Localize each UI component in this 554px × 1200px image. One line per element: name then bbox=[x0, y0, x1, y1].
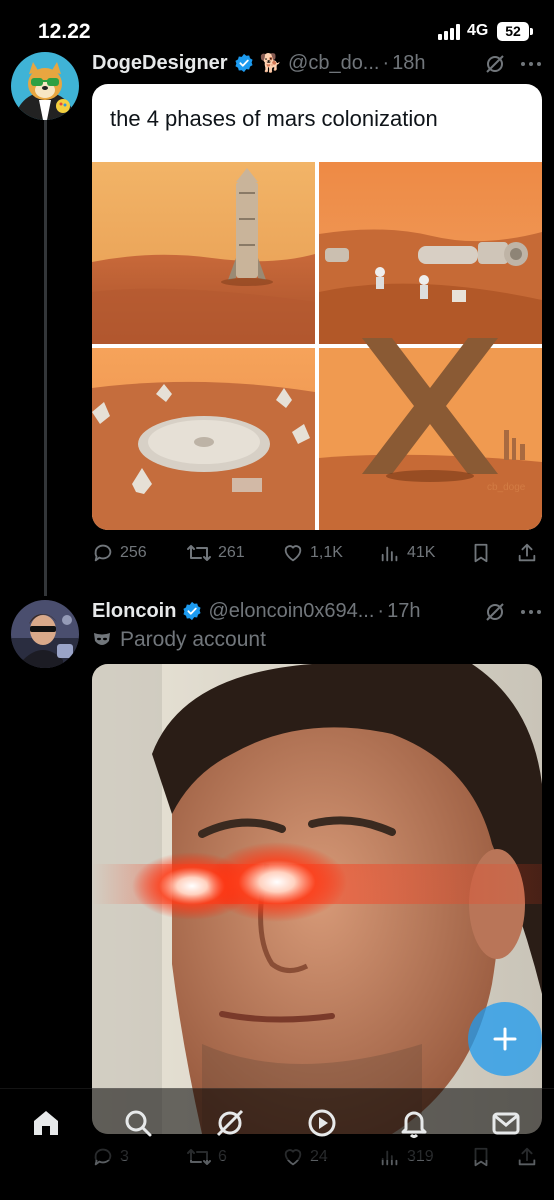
views-count: 41K bbox=[407, 544, 436, 561]
avatar[interactable] bbox=[11, 52, 79, 120]
handle: @eloncoin0x694... bbox=[208, 599, 375, 622]
display-name[interactable]: DogeDesigner bbox=[92, 52, 228, 75]
grid-image-x-city: cb_doge bbox=[319, 338, 542, 530]
grid-image-rocket bbox=[92, 162, 315, 344]
bookmark-button[interactable] bbox=[470, 542, 498, 564]
separator: · bbox=[382, 51, 390, 74]
tweet-header: DogeDesigner 🐕 @cb_do... · 18h bbox=[92, 48, 426, 78]
display-name[interactable]: Eloncoin bbox=[92, 600, 176, 623]
watermark: cb_doge bbox=[487, 482, 526, 493]
parody-label: Parody account bbox=[92, 628, 266, 652]
separator: · bbox=[377, 599, 385, 622]
handle: @cb_do... bbox=[288, 51, 380, 74]
reply-count: 256 bbox=[120, 544, 147, 561]
battery-tip bbox=[530, 28, 533, 35]
bookmark-icon bbox=[474, 543, 488, 563]
mask-icon bbox=[94, 633, 110, 645]
timestamp: 18h bbox=[392, 51, 426, 74]
verified-badge-icon bbox=[183, 601, 201, 621]
tweet-header: Eloncoin @eloncoin0x694... · 17h bbox=[92, 596, 420, 626]
thread-line bbox=[44, 116, 47, 596]
more-icon[interactable] bbox=[520, 60, 542, 68]
like-icon bbox=[284, 545, 302, 562]
play-icon[interactable] bbox=[306, 1107, 338, 1139]
image-grid: cb_doge bbox=[92, 162, 542, 530]
tweet-media[interactable]: the 4 phases of mars colonization cb_dog… bbox=[92, 84, 542, 530]
network-label: 4G bbox=[467, 22, 489, 39]
like-count: 1,1K bbox=[310, 544, 343, 561]
doge-badge-icon: 🐕 bbox=[259, 52, 283, 73]
grid-image-habitat bbox=[319, 162, 542, 344]
messages-icon[interactable] bbox=[490, 1107, 522, 1139]
share-icon bbox=[518, 543, 536, 562]
grok-icon[interactable] bbox=[484, 53, 506, 75]
tweet-actions: 256 261 1,1K 41K bbox=[92, 542, 542, 570]
compose-plus-icon bbox=[493, 1027, 517, 1051]
battery-icon: 52 bbox=[497, 22, 529, 41]
more-icon[interactable] bbox=[520, 608, 542, 616]
repost-count: 261 bbox=[218, 544, 245, 561]
notifications-icon[interactable] bbox=[398, 1107, 430, 1139]
views-button[interactable]: 41K bbox=[379, 542, 435, 564]
repost-button[interactable]: 261 bbox=[186, 542, 245, 564]
parody-text: Parody account bbox=[120, 628, 266, 651]
compose-button[interactable] bbox=[468, 1002, 542, 1076]
search-icon[interactable] bbox=[122, 1107, 154, 1139]
reply-icon bbox=[94, 544, 112, 562]
views-icon bbox=[381, 546, 398, 562]
tweet-media[interactable] bbox=[92, 664, 542, 1134]
bottom-nav bbox=[0, 1088, 554, 1160]
grok-icon[interactable] bbox=[484, 601, 506, 623]
like-button[interactable]: 1,1K bbox=[282, 542, 343, 564]
verified-badge-icon bbox=[235, 53, 253, 73]
timestamp: 17h bbox=[387, 599, 421, 622]
signal-icon bbox=[438, 24, 462, 40]
share-button[interactable] bbox=[516, 542, 544, 564]
grok-icon[interactable] bbox=[214, 1107, 246, 1139]
repost-icon bbox=[187, 545, 211, 561]
grid-image-base bbox=[92, 348, 315, 530]
reply-button[interactable]: 256 bbox=[92, 542, 147, 564]
meme-caption: the 4 phases of mars colonization bbox=[110, 106, 438, 131]
status-time: 12.22 bbox=[38, 20, 91, 43]
avatar[interactable] bbox=[11, 600, 79, 668]
status-bar: 12.22 4G 52 bbox=[0, 0, 554, 50]
home-icon[interactable] bbox=[30, 1107, 62, 1139]
